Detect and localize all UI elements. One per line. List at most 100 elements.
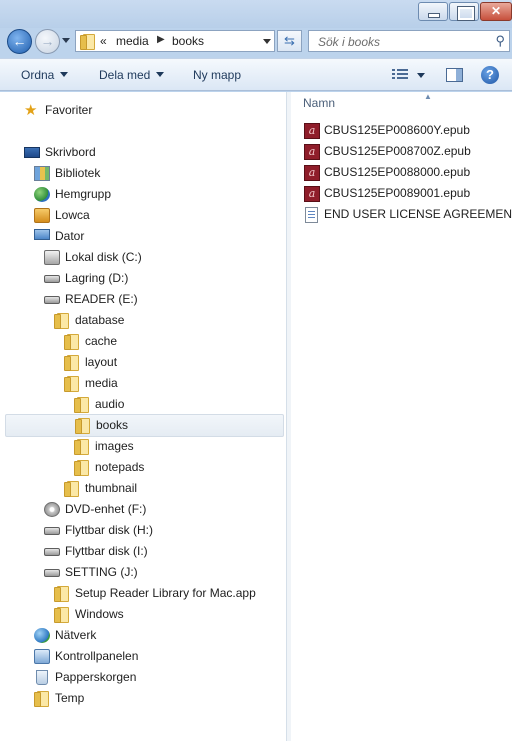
tree-item-books[interactable]: books bbox=[5, 414, 284, 437]
folder-icon bbox=[54, 607, 70, 623]
tree-label: Nätverk bbox=[55, 628, 97, 642]
epub-file-icon: a bbox=[304, 186, 320, 202]
view-options-icon[interactable] bbox=[392, 69, 408, 81]
forward-button[interactable]: → bbox=[35, 29, 60, 54]
back-button[interactable]: ← bbox=[7, 29, 32, 54]
library-icon bbox=[34, 166, 50, 181]
view-dropdown-icon[interactable] bbox=[417, 73, 425, 78]
search-input[interactable]: Sök i books ⚲ bbox=[308, 30, 510, 52]
tree-label: SETTING (J:) bbox=[65, 565, 138, 579]
epub-file-icon: a bbox=[304, 144, 320, 160]
user-folder-icon bbox=[34, 208, 50, 223]
refresh-icon: ⇆ bbox=[284, 33, 295, 48]
history-dropdown-icon[interactable] bbox=[62, 38, 70, 43]
drive-icon bbox=[44, 569, 60, 577]
tree-label: audio bbox=[95, 397, 125, 411]
tree-label: cache bbox=[85, 334, 118, 348]
address-row: ← → « media ▶ books ⇆ Sök i books ⚲ bbox=[0, 28, 512, 56]
minimize-button[interactable] bbox=[418, 2, 448, 21]
tree-label: Hemgrupp bbox=[55, 187, 112, 201]
tree-label: Lowca bbox=[55, 208, 90, 222]
drive-icon bbox=[44, 275, 60, 283]
breadcrumb-overflow[interactable]: « bbox=[100, 34, 107, 48]
folder-icon bbox=[74, 397, 90, 413]
epub-file-icon: a bbox=[304, 165, 320, 181]
homegroup-icon bbox=[34, 187, 50, 202]
network-icon bbox=[34, 628, 50, 643]
breadcrumb-media[interactable]: media bbox=[116, 34, 149, 48]
chevron-down-icon bbox=[60, 72, 69, 77]
drive-icon bbox=[44, 527, 60, 535]
organize-label: Ordna bbox=[21, 68, 55, 82]
tree-label: database bbox=[75, 313, 125, 327]
dvd-drive-icon bbox=[44, 502, 60, 517]
file-name: CBUS125EP008600Y.epub bbox=[324, 123, 470, 137]
tree-label: images bbox=[95, 439, 134, 453]
epub-file-icon: a bbox=[304, 123, 320, 139]
file-name: END USER LICENSE AGREEMENT.rtf bbox=[324, 207, 512, 221]
drive-icon bbox=[44, 296, 60, 304]
computer-icon bbox=[34, 229, 50, 240]
system-drive-icon bbox=[44, 250, 60, 265]
search-placeholder: Sök i books bbox=[318, 35, 381, 49]
tree-label: Bibliotek bbox=[55, 166, 101, 180]
title-bar bbox=[0, 0, 512, 28]
tree-label: layout bbox=[85, 355, 118, 369]
folder-icon bbox=[64, 334, 80, 350]
tree-label: DVD-enhet (F:) bbox=[65, 502, 147, 516]
address-bar[interactable]: « media ▶ books bbox=[75, 30, 275, 52]
preview-pane-icon[interactable] bbox=[446, 68, 463, 82]
sort-ascending-icon: ▲ bbox=[424, 92, 432, 101]
folder-icon bbox=[74, 460, 90, 476]
share-button[interactable]: Dela med bbox=[99, 68, 165, 82]
tree-label: Flyttbar disk (H:) bbox=[65, 523, 154, 537]
tree-label: Setup Reader Library for Mac.app bbox=[75, 586, 256, 600]
tree-label: notepads bbox=[95, 460, 145, 474]
desktop-icon bbox=[24, 147, 40, 158]
file-name: CBUS125EP0088000.epub bbox=[324, 165, 471, 179]
folder-icon bbox=[34, 691, 50, 707]
address-dropdown-icon[interactable] bbox=[263, 39, 271, 44]
search-icon[interactable]: ⚲ bbox=[495, 33, 505, 49]
drive-icon bbox=[44, 548, 60, 556]
folder-icon bbox=[64, 355, 80, 371]
tree-label: media bbox=[85, 376, 118, 390]
tree-label: Windows bbox=[75, 607, 124, 621]
column-header-name[interactable]: Namn bbox=[303, 96, 335, 110]
control-panel-icon bbox=[34, 649, 50, 664]
file-name: CBUS125EP0089001.epub bbox=[324, 186, 471, 200]
new-folder-button[interactable]: Ny mapp bbox=[193, 68, 241, 82]
tree-label: books bbox=[96, 418, 129, 432]
back-arrow-icon: ← bbox=[12, 33, 27, 49]
tree-label: READER (E:) bbox=[65, 292, 138, 306]
close-button[interactable] bbox=[480, 2, 512, 21]
tree-label: Temp bbox=[55, 691, 85, 705]
folder-icon bbox=[64, 376, 80, 392]
help-icon[interactable]: ? bbox=[481, 66, 499, 84]
caption-buttons bbox=[417, 2, 512, 21]
folder-icon bbox=[54, 586, 70, 602]
file-name: CBUS125EP008700Z.epub bbox=[324, 144, 471, 158]
breadcrumb-books[interactable]: books bbox=[172, 34, 204, 48]
folder-icon bbox=[74, 439, 90, 455]
tree-label: Lokal disk (C:) bbox=[65, 250, 142, 264]
organize-button[interactable]: Ordna bbox=[21, 68, 69, 82]
tree-label: Dator bbox=[55, 229, 85, 243]
tree-label: Kontrollpanelen bbox=[55, 649, 139, 663]
star-icon: ★ bbox=[24, 102, 38, 119]
folder-icon bbox=[80, 34, 96, 50]
tree-label: Favoriter bbox=[45, 103, 93, 117]
recycle-bin-icon bbox=[36, 670, 48, 685]
tree-label: Flyttbar disk (I:) bbox=[65, 544, 148, 558]
maximize-button[interactable] bbox=[449, 2, 479, 21]
chevron-down-icon bbox=[156, 72, 165, 77]
breadcrumb-separator-icon[interactable]: ▶ bbox=[157, 34, 165, 45]
folder-icon bbox=[54, 313, 70, 329]
folder-icon bbox=[75, 418, 91, 434]
refresh-button[interactable]: ⇆ bbox=[277, 30, 302, 52]
share-label: Dela med bbox=[99, 68, 151, 82]
tree-label: thumbnail bbox=[85, 481, 138, 495]
file-list: Namn ▲ a CBUS125EP008600Y.epub a CBUS125… bbox=[291, 92, 512, 741]
forward-arrow-icon: → bbox=[40, 33, 55, 49]
tree-label: Papperskorgen bbox=[55, 670, 137, 684]
